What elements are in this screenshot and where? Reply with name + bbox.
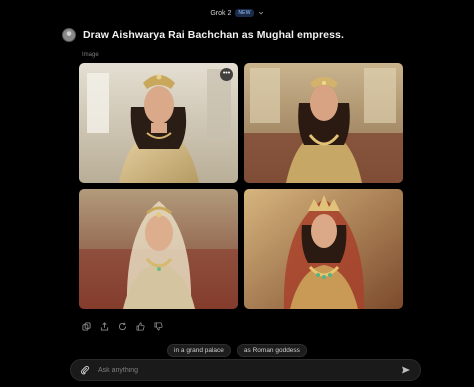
generated-image-3[interactable] [79,189,238,309]
user-prompt: Draw Aishwarya Rai Bachchan as Mughal em… [83,29,344,41]
chat-input[interactable] [98,366,401,374]
message-composer [70,359,421,381]
regenerate-icon[interactable] [118,322,127,331]
share-icon[interactable] [100,322,109,331]
image-section-label: Image [82,52,99,58]
generated-image-1[interactable]: ••• [79,63,238,183]
generated-image-4[interactable] [244,189,403,309]
send-icon[interactable] [401,365,411,375]
suggestion-chip[interactable]: in a grand palace [167,344,231,357]
new-badge: NEW [235,9,254,17]
response-actions [82,322,163,331]
suggestion-chips: in a grand palace as Roman goddess [0,344,474,357]
generated-image-2[interactable] [244,63,403,183]
thumbs-down-icon[interactable] [154,322,163,331]
copy-icon[interactable] [82,322,91,331]
suggestion-chip[interactable]: as Roman goddess [236,344,307,357]
thumbs-up-icon[interactable] [136,322,145,331]
paperclip-icon[interactable] [80,365,90,375]
model-name: Grok 2 [210,9,232,17]
model-selector[interactable]: Grok 2 NEW [0,6,474,20]
user-message: Draw Aishwarya Rai Bachchan as Mughal em… [62,28,344,42]
user-avatar-icon [62,28,76,42]
image-grid: ••• [79,63,404,309]
more-options-icon[interactable]: ••• [220,68,233,81]
chevron-down-icon [258,11,263,15]
